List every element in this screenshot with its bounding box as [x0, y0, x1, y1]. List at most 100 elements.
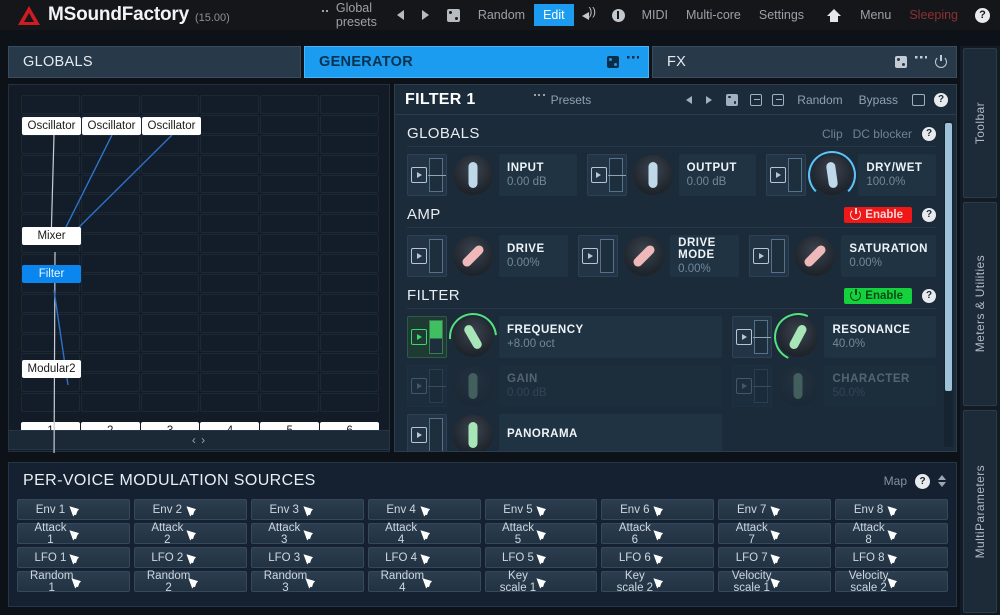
- modulation-source-button[interactable]: Random 3: [251, 571, 364, 592]
- exclamation-icon[interactable]: [612, 9, 625, 22]
- modulation-source-button[interactable]: Attack 4: [368, 523, 481, 544]
- dc-blocker-button[interactable]: DC blocker: [853, 127, 912, 141]
- modulation-source-button[interactable]: LFO 8: [835, 547, 948, 568]
- drywet-knob[interactable]: [812, 155, 852, 195]
- modulation-source-button[interactable]: Env 4: [368, 499, 481, 520]
- modulation-source-button[interactable]: Attack 1: [17, 523, 130, 544]
- panel-scrollbar[interactable]: [944, 121, 953, 447]
- cursor-drag-icon[interactable]: [307, 576, 357, 588]
- home-icon[interactable]: [827, 9, 841, 22]
- modulator-play-icon[interactable]: [591, 167, 607, 183]
- module-graph-panel[interactable]: Oscillator Oscillator Oscillator Mixer F…: [8, 84, 390, 452]
- modulator-box[interactable]: [407, 365, 447, 407]
- param-drive[interactable]: DRIVE 0.00%: [407, 235, 568, 277]
- param-gain[interactable]: GAIN 0.00 dB: [407, 365, 722, 407]
- scrollbar-thumb[interactable]: [945, 123, 952, 391]
- modulation-slider[interactable]: [754, 369, 768, 403]
- modulator-play-icon[interactable]: [411, 248, 427, 264]
- modulation-slider[interactable]: [429, 158, 443, 192]
- modulation-slider[interactable]: [600, 239, 614, 273]
- dice-icon[interactable]: [895, 56, 907, 68]
- modulation-source-button[interactable]: Attack 3: [251, 523, 364, 544]
- modulation-source-button[interactable]: Env 8: [835, 499, 948, 520]
- modulator-box[interactable]: [732, 365, 772, 407]
- modulation-source-button[interactable]: Key scale 1: [485, 571, 598, 592]
- sidebar-item-multiparameters[interactable]: MultiParameters: [963, 410, 997, 614]
- modulation-source-button[interactable]: Env 2: [134, 499, 247, 520]
- grid-icon[interactable]: [915, 56, 927, 68]
- modulator-play-icon[interactable]: [753, 248, 769, 264]
- cursor-drag-icon[interactable]: [73, 576, 123, 588]
- modulator-box[interactable]: [766, 154, 806, 196]
- cursor-drag-icon[interactable]: [188, 504, 241, 516]
- modulation-source-button[interactable]: LFO 1: [17, 547, 130, 568]
- modulation-source-button[interactable]: LFO 3: [251, 547, 364, 568]
- cursor-drag-icon[interactable]: [772, 528, 825, 540]
- cursor-drag-icon[interactable]: [889, 504, 942, 516]
- modulation-slider[interactable]: [771, 239, 785, 273]
- sidebar-item-toolbar[interactable]: Toolbar: [963, 48, 997, 198]
- arrow-right-icon[interactable]: [706, 96, 712, 104]
- filter-enable-button[interactable]: Enable: [844, 288, 912, 304]
- cursor-drag-icon[interactable]: [538, 552, 591, 564]
- cursor-drag-icon[interactable]: [305, 552, 358, 564]
- param-input[interactable]: INPUT 0.00 dB: [407, 154, 577, 196]
- modulation-source-button[interactable]: Random 4: [368, 571, 481, 592]
- modulator-box[interactable]: [407, 414, 447, 452]
- module-node-oscillator-2[interactable]: Oscillator: [82, 117, 141, 135]
- global-presets-button[interactable]: Global presets: [322, 1, 388, 29]
- module-node-oscillator-3[interactable]: Oscillator: [142, 117, 201, 135]
- param-output[interactable]: OUTPUT 0.00 dB: [587, 154, 757, 196]
- modulation-source-button[interactable]: Env 5: [485, 499, 598, 520]
- speaker-icon[interactable]: [582, 9, 596, 22]
- help-icon[interactable]: ?: [975, 8, 990, 23]
- input-knob[interactable]: [453, 155, 493, 195]
- resonance-knob[interactable]: [778, 317, 818, 357]
- settings-button[interactable]: Settings: [750, 4, 813, 26]
- modulator-box[interactable]: [407, 316, 447, 358]
- sidebar-item-meters-utilities[interactable]: Meters & Utilities: [963, 202, 997, 406]
- import-icon[interactable]: [750, 94, 762, 106]
- cursor-drag-icon[interactable]: [188, 552, 241, 564]
- param-panorama[interactable]: PANORAMA: [407, 414, 722, 452]
- modulation-source-button[interactable]: Random 1: [17, 571, 130, 592]
- cursor-drag-icon[interactable]: [422, 504, 475, 516]
- cursor-drag-icon[interactable]: [422, 528, 475, 540]
- modulation-slider[interactable]: [429, 320, 443, 354]
- modulation-source-button[interactable]: LFO 4: [368, 547, 481, 568]
- modulation-slider[interactable]: [429, 239, 443, 273]
- drive-mode-knob[interactable]: [624, 236, 664, 276]
- modulation-source-button[interactable]: Env 1: [17, 499, 130, 520]
- modulator-box[interactable]: [749, 235, 789, 277]
- cursor-drag-icon[interactable]: [889, 528, 942, 540]
- modulator-box[interactable]: [578, 235, 618, 277]
- help-icon[interactable]: ?: [915, 474, 930, 489]
- saturation-knob[interactable]: [795, 236, 835, 276]
- cursor-drag-icon[interactable]: [538, 504, 591, 516]
- modulator-play-icon[interactable]: [411, 378, 427, 394]
- cursor-drag-icon[interactable]: [305, 528, 358, 540]
- panorama-knob[interactable]: [453, 415, 493, 452]
- modulation-source-button[interactable]: Attack 5: [485, 523, 598, 544]
- cursor-drag-icon[interactable]: [655, 528, 708, 540]
- cursor-drag-icon[interactable]: [538, 576, 591, 588]
- cursor-drag-icon[interactable]: [655, 552, 708, 564]
- power-icon[interactable]: [935, 56, 947, 68]
- modulation-source-button[interactable]: Attack 2: [134, 523, 247, 544]
- modulation-source-button[interactable]: Random 2: [134, 571, 247, 592]
- resize-icon[interactable]: [912, 94, 925, 106]
- cursor-drag-icon[interactable]: [71, 528, 124, 540]
- cursor-drag-icon[interactable]: [772, 504, 825, 516]
- module-node-modular2[interactable]: Modular2: [22, 360, 81, 378]
- frequency-knob[interactable]: [453, 317, 493, 357]
- modulation-slider[interactable]: [609, 158, 623, 192]
- modulator-play-icon[interactable]: [411, 167, 427, 183]
- modulation-source-button[interactable]: Attack 6: [601, 523, 714, 544]
- modulation-source-button[interactable]: Attack 8: [835, 523, 948, 544]
- cursor-drag-icon[interactable]: [772, 576, 825, 588]
- modulation-source-button[interactable]: Attack 7: [718, 523, 831, 544]
- menu-button[interactable]: Menu: [851, 4, 900, 26]
- arrow-right-icon[interactable]: [422, 10, 429, 20]
- presets-button[interactable]: Presets: [534, 93, 592, 107]
- spinner-updown-icon[interactable]: [938, 475, 946, 487]
